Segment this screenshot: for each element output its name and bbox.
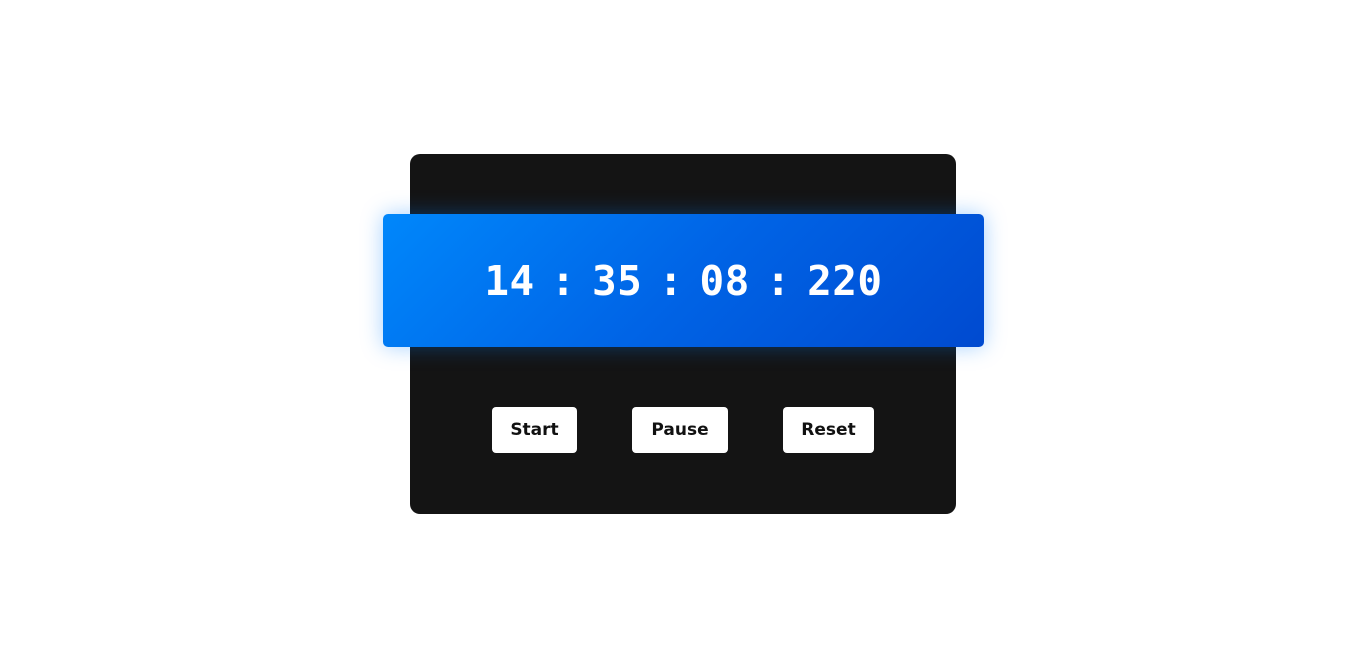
- stopwatch-page: 14:35:08:220 Start Pause Reset: [0, 0, 1366, 667]
- time-separator: :: [550, 256, 576, 305]
- minutes-value: 35: [591, 256, 643, 305]
- time-separator: :: [658, 256, 684, 305]
- milliseconds-value: 220: [807, 256, 883, 305]
- time-readout: 14:35:08:220: [484, 257, 882, 305]
- time-display: 14:35:08:220: [383, 214, 984, 347]
- reset-button[interactable]: Reset: [783, 407, 874, 453]
- time-separator: :: [765, 256, 792, 305]
- seconds-value: 08: [699, 256, 750, 305]
- start-button[interactable]: Start: [492, 407, 577, 453]
- hours-value: 14: [484, 256, 535, 305]
- pause-button[interactable]: Pause: [632, 407, 728, 453]
